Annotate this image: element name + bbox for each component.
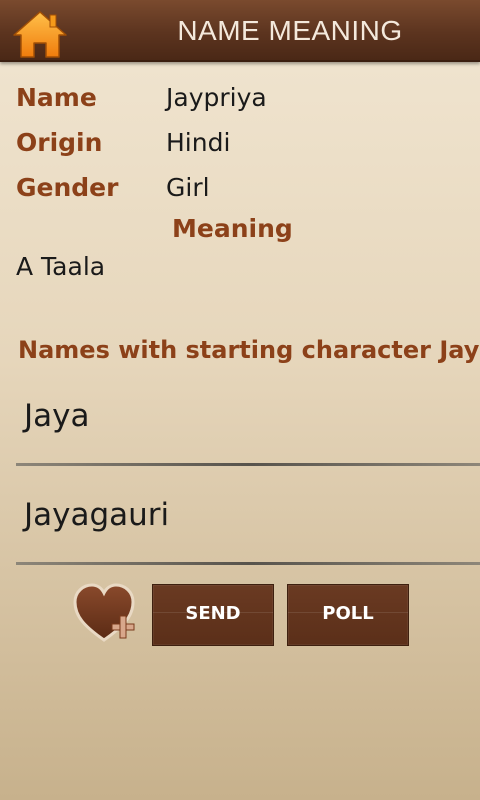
name-value: Jaypriya xyxy=(166,83,267,112)
origin-value: Hindi xyxy=(166,128,231,157)
origin-row: Origin xyxy=(16,125,102,161)
gender-row: Gender xyxy=(16,170,118,206)
poll-button[interactable]: POLL xyxy=(287,584,409,646)
home-button[interactable] xyxy=(12,9,68,59)
list-item[interactable]: Jaya xyxy=(16,370,480,466)
heart-add-icon xyxy=(73,583,135,642)
poll-button-label: POLL xyxy=(322,603,374,624)
meaning-label: Meaning xyxy=(172,214,293,243)
name-label: Name xyxy=(16,83,97,112)
app-header: NAME MEANING xyxy=(0,0,480,62)
add-favorite-button[interactable] xyxy=(72,582,140,646)
meaning-value: A Taala xyxy=(16,252,106,281)
send-button-label: SEND xyxy=(185,603,241,624)
page-title: NAME MEANING xyxy=(177,15,403,46)
list-item-label: Jaya xyxy=(24,398,90,434)
related-names-heading: Names with starting character Jay xyxy=(18,336,480,364)
name-row: Name xyxy=(16,80,97,116)
divider xyxy=(16,463,480,466)
divider xyxy=(16,562,480,565)
list-item[interactable]: Jayagauri xyxy=(16,469,480,565)
gender-value: Girl xyxy=(166,173,210,202)
list-item-label: Jayagauri xyxy=(24,497,170,533)
origin-label: Origin xyxy=(16,128,103,157)
gender-label: Gender xyxy=(16,173,119,202)
home-icon xyxy=(13,11,67,58)
send-button[interactable]: SEND xyxy=(152,584,274,646)
